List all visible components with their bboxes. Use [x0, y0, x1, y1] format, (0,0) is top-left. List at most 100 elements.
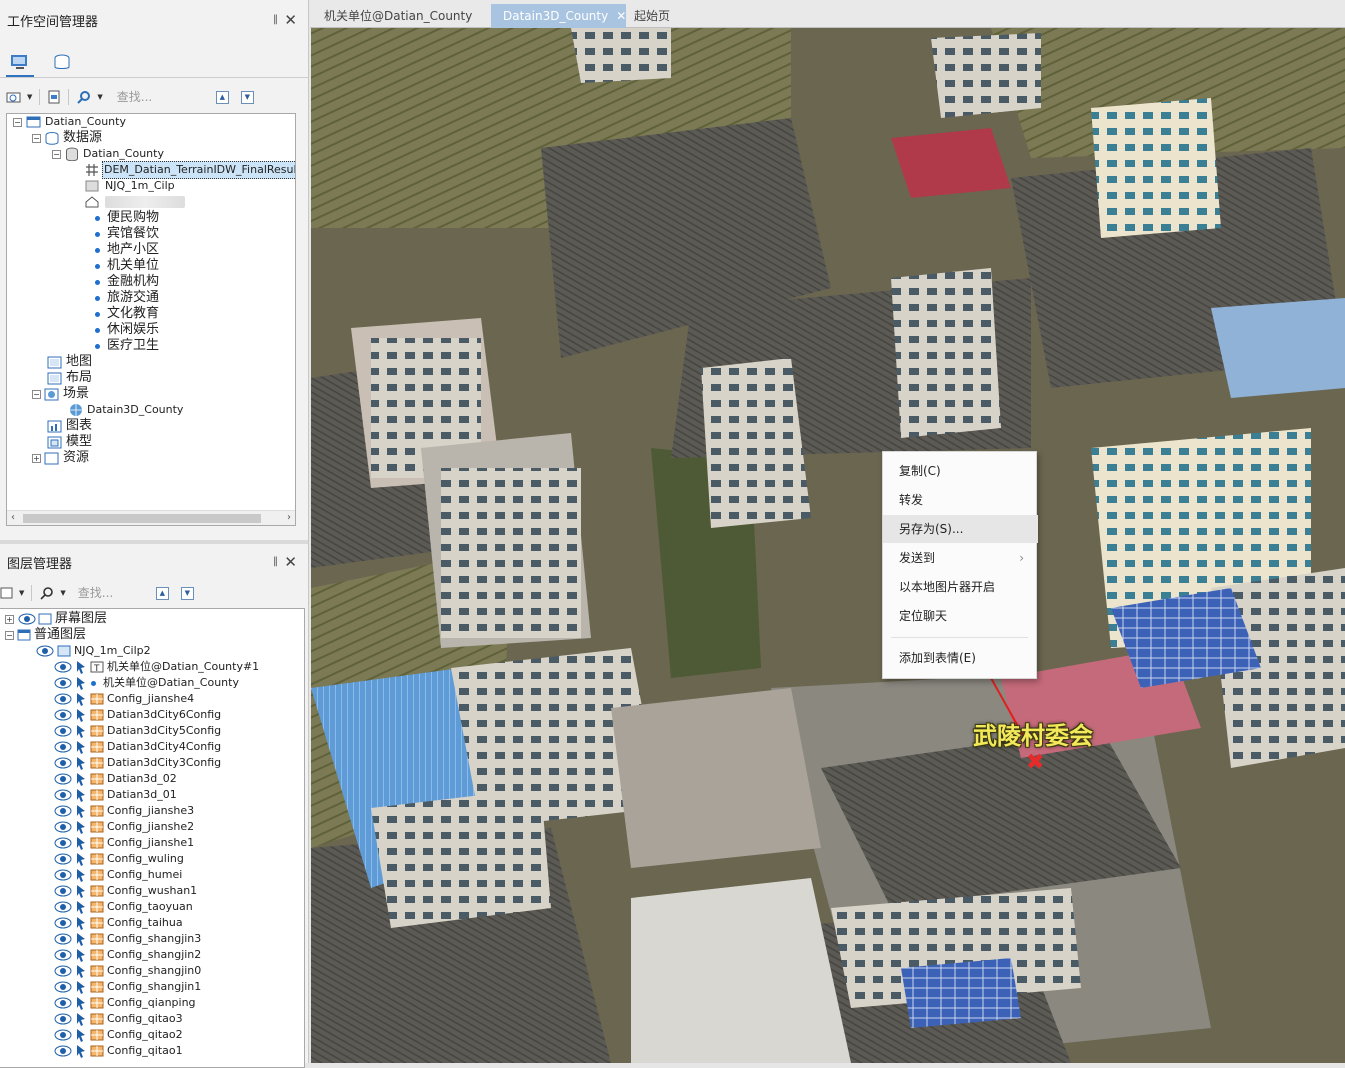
scrollbar-thumb[interactable]: [23, 514, 261, 523]
document-icon[interactable]: [47, 90, 61, 104]
dataset-item-poi[interactable]: 金融机构: [91, 274, 159, 290]
layer-item[interactable]: Config_jianshe3: [54, 803, 194, 819]
layer-group-normal[interactable]: − 普通图层: [5, 627, 86, 643]
layer-item[interactable]: Datian3d_01: [54, 787, 177, 803]
selectable-icon[interactable]: [75, 852, 87, 866]
dataset-item-dem[interactable]: DEM_Datian_TerrainIDW_FinalResult: [85, 161, 295, 179]
eye-icon[interactable]: [54, 949, 72, 961]
eye-icon[interactable]: [54, 1013, 72, 1025]
eye-icon[interactable]: [54, 997, 72, 1009]
horizontal-scrollbar[interactable]: ‹ ›: [7, 510, 295, 525]
dataset-item-poi[interactable]: 文化教育: [91, 306, 159, 322]
tree-node-maps[interactable]: 地图: [47, 354, 92, 370]
layer-item[interactable]: Datian3dCity3Config: [54, 755, 221, 771]
eye-icon[interactable]: [54, 789, 72, 801]
dataset-item-poi[interactable]: 便民购物: [91, 210, 159, 226]
selectable-icon[interactable]: [75, 948, 87, 962]
previous-icon[interactable]: ▲: [155, 586, 169, 600]
chevron-down-icon[interactable]: ▼: [60, 589, 65, 597]
tab-start-page[interactable]: 起始页: [622, 4, 682, 28]
eye-icon[interactable]: [54, 885, 72, 897]
layer-item[interactable]: Config_shangjin0: [54, 963, 201, 979]
selectable-icon[interactable]: [75, 964, 87, 978]
selectable-icon[interactable]: [75, 724, 87, 738]
selectable-icon[interactable]: [75, 1012, 87, 1026]
selectable-icon[interactable]: [75, 788, 87, 802]
next-icon[interactable]: ▼: [180, 586, 194, 600]
eye-icon[interactable]: [54, 773, 72, 785]
layer-item[interactable]: Datian3dCity5Config: [54, 723, 221, 739]
eye-icon[interactable]: [54, 709, 72, 721]
selectable-icon[interactable]: [75, 916, 87, 930]
tree-node-layouts[interactable]: 布局: [47, 370, 92, 386]
menu-item-copy[interactable]: 复制(C): [883, 457, 1038, 485]
tree-node-datasource[interactable]: − Datian_County: [52, 146, 164, 162]
chevron-down-icon[interactable]: ▼: [19, 589, 24, 597]
workspace-open-icon[interactable]: [6, 90, 22, 104]
layer-item[interactable]: Config_wuling: [54, 851, 184, 867]
expand-icon[interactable]: +: [32, 453, 41, 463]
layer-item[interactable]: Config_jianshe2: [54, 819, 194, 835]
eye-icon[interactable]: [54, 933, 72, 945]
eye-icon[interactable]: [54, 741, 72, 753]
dataset-item-poi[interactable]: 休闲娱乐: [91, 322, 159, 338]
layer-item[interactable]: Config_shangjin2: [54, 947, 201, 963]
collapse-icon[interactable]: −: [32, 389, 41, 399]
layer-item[interactable]: T 机关单位@Datian_County#1: [54, 659, 259, 675]
menu-item-forward[interactable]: 转发: [883, 486, 1038, 514]
collapse-icon[interactable]: −: [52, 149, 61, 159]
menu-item-send-to[interactable]: 发送到 ›: [883, 544, 1038, 572]
dataset-item-poi[interactable]: 地产小区: [91, 242, 159, 258]
tree-node-workspace[interactable]: − Datian_County: [13, 114, 126, 130]
layer-item[interactable]: Config_qitao1: [54, 1043, 183, 1059]
dataset-item-image[interactable]: NJQ_1m_Cilp: [85, 178, 175, 194]
eye-icon[interactable]: [54, 661, 72, 673]
scroll-right-icon[interactable]: ›: [287, 512, 291, 523]
collapse-icon[interactable]: −: [13, 117, 22, 127]
eye-icon[interactable]: [54, 757, 72, 769]
layer-item[interactable]: NJQ_1m_Cilp2: [36, 643, 151, 659]
close-icon[interactable]: ✕: [284, 11, 297, 29]
layer-item[interactable]: Datian3dCity6Config: [54, 707, 221, 723]
eye-icon[interactable]: [54, 821, 72, 833]
selectable-icon[interactable]: [75, 996, 87, 1010]
selectable-icon[interactable]: [75, 868, 87, 882]
layer-item[interactable]: Config_jianshe1: [54, 835, 194, 851]
selectable-icon[interactable]: [75, 1044, 87, 1058]
chevron-down-icon[interactable]: ▼: [27, 93, 32, 101]
layer-item[interactable]: Config_shangjin1: [54, 979, 201, 995]
layer-item[interactable]: Config_jianshe4: [54, 691, 194, 707]
tree-node-resources[interactable]: + 资源: [32, 450, 89, 466]
dataset-item-poi[interactable]: 医疗卫生: [91, 338, 159, 354]
collapse-icon[interactable]: −: [32, 133, 41, 143]
eye-icon[interactable]: [54, 1045, 72, 1057]
selectable-icon[interactable]: [75, 932, 87, 946]
next-icon[interactable]: ▼: [240, 90, 254, 104]
workspace-tab-icon[interactable]: [6, 49, 34, 77]
selectable-icon[interactable]: [75, 708, 87, 722]
menu-item-open-viewer[interactable]: 以本地图片器开启: [883, 573, 1038, 601]
layer-item[interactable]: Config_qitao2: [54, 1027, 183, 1043]
eye-icon[interactable]: [54, 1029, 72, 1041]
eye-icon[interactable]: [54, 901, 72, 913]
layer-item[interactable]: Config_taihua: [54, 915, 183, 931]
scroll-left-icon[interactable]: ‹: [11, 512, 15, 523]
tree-node-scenes[interactable]: − 场景: [32, 386, 89, 402]
menu-item-locate-chat[interactable]: 定位聊天: [883, 602, 1038, 630]
search-icon[interactable]: [76, 90, 92, 104]
eye-icon[interactable]: [54, 869, 72, 881]
layer-item[interactable]: Datian3dCity4Config: [54, 739, 221, 755]
pin-icon[interactable]: ‖: [273, 556, 278, 567]
close-icon[interactable]: ✕: [284, 553, 297, 571]
search-icon[interactable]: [39, 586, 55, 600]
selectable-icon[interactable]: [75, 692, 87, 706]
layer-options-icon[interactable]: [0, 586, 14, 600]
eye-icon[interactable]: [54, 917, 72, 929]
selectable-icon[interactable]: [75, 772, 87, 786]
layer-item[interactable]: 机关单位@Datian_County: [54, 675, 239, 691]
layer-item[interactable]: Config_humei: [54, 867, 182, 883]
selectable-icon[interactable]: [75, 756, 87, 770]
selectable-icon[interactable]: [75, 884, 87, 898]
scene-viewport[interactable]: [311, 28, 1345, 1063]
selectable-icon[interactable]: [75, 900, 87, 914]
